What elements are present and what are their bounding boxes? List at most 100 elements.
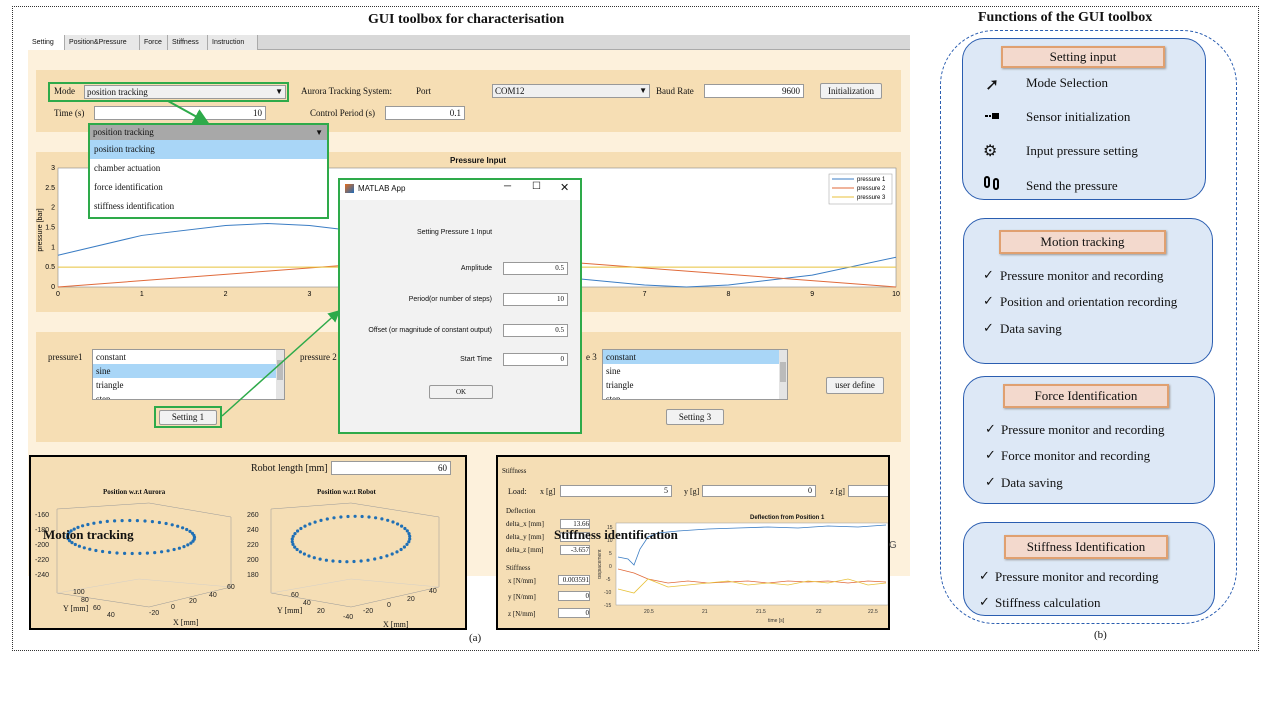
scatter-point — [170, 523, 174, 527]
scatter-point — [290, 540, 294, 544]
scatter-point — [105, 519, 109, 523]
close-icon[interactable]: ✕ — [560, 181, 569, 194]
start-time-label: Start Time — [460, 356, 492, 363]
scatter-point — [367, 515, 371, 519]
scatter-point — [331, 559, 335, 563]
amplitude-input[interactable]: 0.5 — [503, 262, 568, 275]
scatter-point — [172, 547, 176, 552]
sensor-initialization-item: Sensor initialization — [1026, 109, 1131, 124]
delta-z-value[interactable]: -3.657 — [560, 545, 590, 555]
scatter-point — [101, 549, 105, 554]
sensor-icon — [985, 113, 999, 119]
check-icon: ✓ — [985, 421, 996, 436]
scatter-point — [88, 547, 92, 551]
scatter-point — [359, 559, 363, 563]
motion-item: Position and orientation recording — [1000, 294, 1178, 309]
x-tick: -20 — [149, 610, 159, 617]
kx-value[interactable]: 0.003591 — [558, 575, 590, 585]
scatter-point — [338, 559, 342, 564]
stiffness-item: Pressure monitor and recording — [995, 569, 1159, 584]
kz-label: z [N/mm] — [508, 610, 536, 618]
robot-scatter — [290, 514, 412, 564]
ok-button[interactable]: OK — [429, 385, 493, 399]
scatter-point — [77, 544, 81, 548]
robot-length-input[interactable]: 60 — [331, 461, 451, 475]
scatter-point — [391, 520, 395, 524]
x-tick: 40 — [209, 592, 217, 599]
offset-input[interactable]: 0.5 — [503, 324, 568, 337]
plot2-xlabel: X [mm] — [383, 620, 409, 628]
plot2-title: Position w.r.t Robot — [317, 488, 376, 496]
y-tick: -15 — [604, 603, 611, 609]
y-tick: 5 — [609, 551, 612, 557]
scatter-point — [390, 552, 394, 556]
scatter-point — [374, 516, 378, 520]
label-a: (a) — [469, 632, 482, 644]
scatter-point — [396, 522, 400, 526]
scatter-point — [405, 529, 409, 533]
scatter-point — [332, 516, 336, 520]
period-label: Period(or number of steps) — [408, 296, 492, 303]
z-tick: -240 — [35, 572, 49, 579]
scatter-point — [123, 551, 127, 555]
scatter-point — [86, 522, 90, 527]
x-tick: 22.5 — [868, 609, 878, 615]
force-item: Data saving — [1001, 475, 1063, 490]
z-tick: -200 — [35, 542, 49, 549]
check-icon: ✓ — [979, 594, 990, 609]
load-z-input[interactable] — [848, 485, 888, 497]
scatter-point — [353, 514, 357, 518]
load-label: Load: — [508, 487, 527, 496]
ky-value[interactable]: 0 — [558, 591, 590, 601]
force-item: Pressure monitor and recording — [1001, 422, 1165, 437]
arrow-setting1-to-dialog — [221, 309, 341, 417]
y-tick: 40 — [107, 612, 115, 619]
stray-glyph: G — [889, 540, 897, 551]
deflection-xlabel: time [s] — [768, 618, 785, 624]
scatter-point — [298, 550, 302, 554]
scatter-point — [113, 519, 117, 523]
motion-tracking-inset: Robot length [mm] 60 Position w.r.t Auro… — [29, 455, 467, 630]
x-tick: 0 — [387, 602, 391, 609]
deflection-label: Deflection — [506, 507, 536, 515]
force-identification-title: Force Identification — [1003, 384, 1169, 408]
scatter-point — [386, 518, 390, 522]
start-time-input[interactable]: 0 — [503, 353, 568, 366]
scatter-point — [153, 551, 157, 555]
scatter-point — [186, 543, 190, 547]
scatter-point — [312, 556, 316, 560]
minimize-icon[interactable]: ─ — [504, 181, 511, 192]
y-tick: 20 — [317, 608, 325, 615]
z-tick: 260 — [247, 512, 259, 519]
load-x-input[interactable]: 5 — [560, 485, 672, 497]
period-input[interactable]: 10 — [503, 293, 568, 306]
kx-label: x [N/mm] — [508, 577, 536, 585]
scatter-point — [115, 551, 119, 555]
scatter-point — [380, 517, 384, 521]
scatter-point — [318, 557, 322, 561]
scatter-point — [98, 520, 102, 524]
plot1-title: Position w.r.t Aurora — [103, 488, 166, 496]
x-tick: -20 — [363, 608, 373, 615]
load-x-label: x [g] — [540, 487, 556, 496]
check-icon: ✓ — [983, 293, 994, 308]
offset-label: Offset (or magnitude of constant output) — [368, 327, 492, 334]
send-pressure-item: Send the pressure — [1026, 178, 1118, 193]
scatter-point — [108, 550, 112, 554]
scatter-point — [73, 542, 77, 547]
scatter-point — [293, 545, 297, 549]
load-y-input[interactable]: 0 — [702, 485, 816, 497]
z-tick: -220 — [35, 557, 49, 564]
scatter-point — [94, 548, 98, 553]
scatter-point — [192, 537, 196, 541]
motion-item: Pressure monitor and recording — [1000, 268, 1164, 283]
scatter-point — [135, 519, 139, 523]
kz-value[interactable]: 0 — [558, 608, 590, 618]
maximize-icon[interactable]: ☐ — [532, 181, 541, 192]
scatter-point — [143, 519, 147, 523]
z-tick: 200 — [247, 557, 259, 564]
delta-z-label: delta_z [mm] — [506, 546, 544, 554]
scatter-point — [157, 520, 161, 525]
scatter-point — [291, 534, 295, 538]
matlab-logo-icon — [345, 184, 354, 193]
